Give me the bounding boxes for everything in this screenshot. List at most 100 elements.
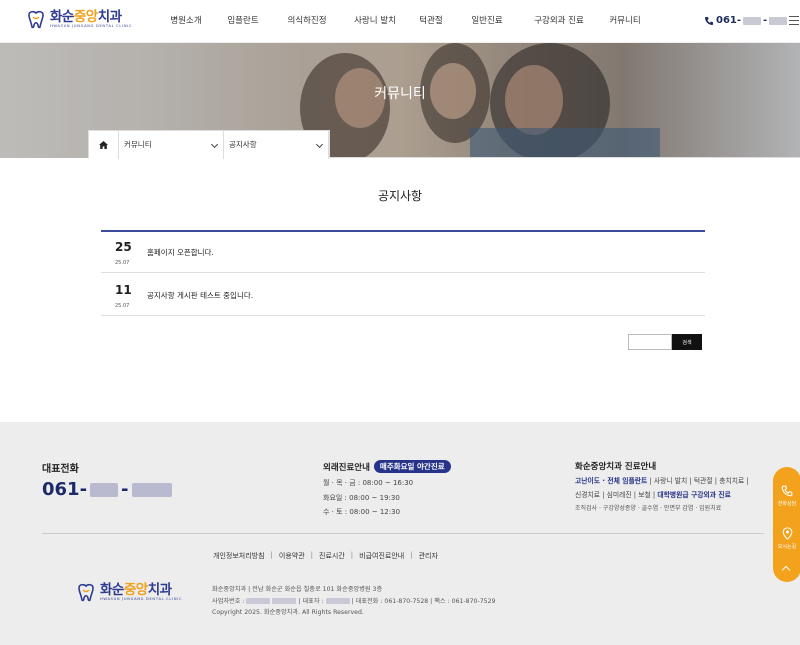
company-info: 화순중앙치과 | 전남 화순군 화순읍 칠충로 101 화순중앙병원 3층 사업…	[212, 584, 495, 619]
footer-link-hours[interactable]: 진료시간	[319, 551, 345, 561]
logo-text-tail: 치과	[147, 581, 172, 598]
rep-phone-sep: -	[121, 479, 129, 500]
nav-item-wisdom-tooth[interactable]: 사랑니 발치	[342, 0, 408, 43]
rep-phone-title: 대표전화	[42, 464, 79, 475]
post-day: 11	[115, 283, 132, 297]
redacted-block	[90, 482, 119, 497]
care-highlight: 대학병원급 구강외과 진료	[657, 491, 731, 499]
header-phone[interactable]: 061- -	[704, 15, 789, 26]
post-year-month: 25.07	[115, 303, 130, 309]
hours-line: 화요일 : 08:00 ~ 19:30	[323, 493, 400, 502]
info-line: 화순중앙치과 | 전남 화순군 화순읍 칠충로 101 화순중앙병원 3층	[212, 586, 383, 593]
nav-item-tmj[interactable]: 턱관절	[408, 0, 454, 43]
post-day: 25	[115, 240, 132, 254]
search-button[interactable]: 검색	[672, 334, 702, 350]
link-separator: |	[350, 551, 354, 559]
hours-line: 수 · 토 : 08:00 ~ 12:30	[323, 508, 401, 516]
header-phone-sep: -	[763, 15, 768, 26]
redacted-block	[769, 16, 788, 25]
nav-item-about[interactable]: 병원소개	[158, 0, 214, 43]
quick-map-button[interactable]: 오시는길	[773, 527, 800, 550]
outpatient-title-text: 외래진료안내	[323, 462, 370, 473]
footer-link-fees[interactable]: 비급여진료안내	[359, 551, 404, 561]
footer-link-admin[interactable]: 관리자	[419, 551, 438, 561]
list-item[interactable]: 25 25.07 홈페이지 오픈합니다.	[101, 231, 705, 273]
chevron-up-icon[interactable]	[781, 565, 791, 575]
info-biz-label: 사업자번호 :	[212, 597, 245, 605]
quick-map-label: 오시는길	[777, 544, 797, 550]
site-header: 화순중앙치과 HWASUN JUNGANG DENTAL CLINIC 병원소개…	[0, 0, 800, 43]
link-separator: |	[310, 551, 314, 559]
info-ceo-label: | 대표자 :	[298, 597, 324, 605]
nav-item-oral-surgery[interactable]: 구강외과 진료	[520, 0, 598, 43]
link-separator: |	[410, 551, 413, 559]
nav-item-sedation[interactable]: 의식하진정	[272, 0, 342, 43]
quick-call-label: 전화상담	[777, 501, 797, 507]
board-search: 검색	[628, 334, 702, 350]
copyright: Copyright 2025. 화순중앙치과. All Rights Reser…	[212, 609, 364, 616]
phone-icon	[781, 485, 793, 497]
breadcrumb-level1-label: 커뮤니티	[124, 140, 152, 149]
redacted-block	[246, 597, 271, 604]
footer-link-terms[interactable]: 이용약관	[279, 551, 305, 561]
chevron-down-icon	[210, 140, 219, 149]
info-line-2: 사업자번호 : | 대표자 : | 대표전화 : 061-870-7528 | …	[212, 596, 495, 608]
info-tel: | 대표전화 : 061-870-7528 | 팩스 : 061-870-752…	[351, 597, 496, 605]
care-info-title: 화순중앙치과 진료안내	[575, 462, 657, 472]
location-pin-icon	[782, 527, 792, 540]
main-nav: 병원소개 임플란트 의식하진정 사랑니 발치 턱관절 일반진료 구강외과 진료 …	[158, 0, 652, 43]
breadcrumb-select-notice[interactable]: 공지사항	[224, 131, 329, 159]
nav-item-general[interactable]: 일반진료	[454, 0, 520, 43]
chevron-down-icon	[315, 140, 324, 149]
breadcrumb-level2-label: 공지사항	[229, 140, 257, 149]
home-icon	[99, 141, 108, 149]
tooth-logo-icon	[78, 583, 94, 602]
logo-subtitle: HWASUN JUNGANG DENTAL CLINIC	[100, 596, 183, 601]
search-input[interactable]	[628, 334, 672, 350]
hamburger-menu-icon[interactable]	[789, 16, 799, 25]
breadcrumb-divider	[328, 157, 800, 158]
hours-line: 월 · 목 · 금 : 08:00 ~ 16:30	[323, 479, 414, 487]
care-highlight: 고난이도 · 전체 임플란트	[575, 477, 648, 485]
footer-logo[interactable]: 화순중앙치과 HWASUN JUNGANG DENTAL CLINIC	[76, 582, 182, 602]
list-item[interactable]: 11 25.07 공지사항 게시판 테스트 중입니다.	[101, 274, 705, 316]
tooth-logo-icon	[28, 10, 44, 29]
nav-item-community[interactable]: 커뮤니티	[598, 0, 652, 43]
logo-subtitle: HWASUN JUNGANG DENTAL CLINIC	[50, 23, 133, 28]
care-text: 신경치료 | 심미레진 | 보철 |	[575, 491, 658, 499]
care-text: 조직검사 · 구강양성종양 · 골수염 · 안면부 감염 · 입원치료	[575, 505, 722, 512]
logo-text-accent: 중앙	[73, 8, 98, 25]
post-title[interactable]: 홈페이지 오픈합니다.	[147, 247, 214, 258]
page-title: 공지사항	[377, 189, 423, 203]
rep-phone-prefix: 061-	[42, 479, 88, 500]
phone-icon	[705, 16, 713, 25]
post-year-month: 25.07	[115, 260, 130, 266]
care-info-list: 고난이도 · 전체 임플란트 | 사랑니 발치 | 턱관절 | 충치치료 | 신…	[575, 474, 770, 516]
logo-text-main: 화순	[100, 581, 124, 598]
footer-links: 개인정보처리방침 | 이용약관 | 진료시간 | 비급여진료안내 | 관리자	[213, 551, 438, 561]
post-title[interactable]: 공지사항 게시판 테스트 중입니다.	[147, 290, 253, 301]
redacted-block	[131, 482, 172, 497]
logo-text-accent: 중앙	[123, 581, 148, 598]
header-phone-prefix: 061-	[716, 15, 742, 26]
redacted-block	[272, 597, 297, 604]
redacted-block	[743, 16, 762, 25]
logo-text-tail: 치과	[97, 8, 122, 25]
site-footer: 대표전화 061- - 외래진료안내 매주화요일 야간진료 월 · 목 · 금 :…	[0, 422, 800, 645]
hero-title: 커뮤니티	[374, 86, 426, 102]
rep-phone-number[interactable]: 061- -	[42, 479, 172, 500]
outpatient-title: 외래진료안내 매주화요일 야간진료	[323, 460, 451, 473]
breadcrumb: 커뮤니티 공지사항	[88, 130, 330, 159]
link-separator: |	[270, 551, 273, 559]
redacted-block	[325, 597, 350, 604]
breadcrumb-home[interactable]	[89, 131, 119, 159]
night-clinic-badge: 매주화요일 야간진료	[373, 460, 451, 473]
care-text: | 사랑니 발치 | 턱관절 | 충치치료 |	[647, 477, 749, 485]
quick-menu: 전화상담 오시는길	[773, 467, 800, 582]
footer-link-privacy[interactable]: 개인정보처리방침	[213, 551, 265, 561]
quick-call-button[interactable]: 전화상담	[773, 485, 800, 507]
breadcrumb-select-community[interactable]: 커뮤니티	[119, 131, 224, 159]
logo[interactable]: 화순중앙치과 HWASUN JUNGANG DENTAL CLINIC	[26, 9, 132, 29]
logo-text-main: 화순	[50, 8, 74, 25]
nav-item-implant[interactable]: 임플란트	[214, 0, 272, 43]
